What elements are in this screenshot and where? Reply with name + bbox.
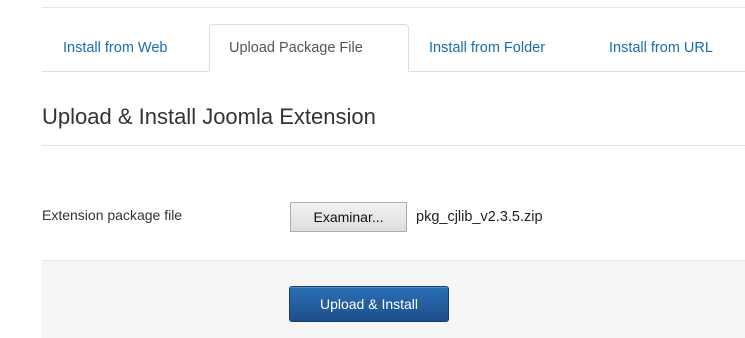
tab-install-from-folder[interactable]: Install from Folder xyxy=(409,24,591,71)
browse-button[interactable]: Examinar... xyxy=(290,202,407,232)
top-divider xyxy=(42,7,745,8)
tab-install-from-url[interactable]: Install from URL xyxy=(591,24,731,71)
extension-package-file-label: Extension package file xyxy=(42,207,183,223)
installer-page: Install from Web Upload Package File Ins… xyxy=(0,0,745,338)
file-input[interactable]: Examinar... pkg_cjlib_v2.3.5.zip xyxy=(290,202,543,232)
installer-tabs: Install from Web Upload Package File Ins… xyxy=(42,24,745,72)
tab-install-from-web[interactable]: Install from Web xyxy=(42,24,209,71)
form-actions: Upload & Install xyxy=(42,260,745,338)
form-legend: Upload & Install Joomla Extension xyxy=(42,104,745,146)
tab-upload-package-file[interactable]: Upload Package File xyxy=(209,24,409,72)
upload-install-button[interactable]: Upload & Install xyxy=(289,286,449,322)
selected-file-name: pkg_cjlib_v2.3.5.zip xyxy=(416,209,543,225)
